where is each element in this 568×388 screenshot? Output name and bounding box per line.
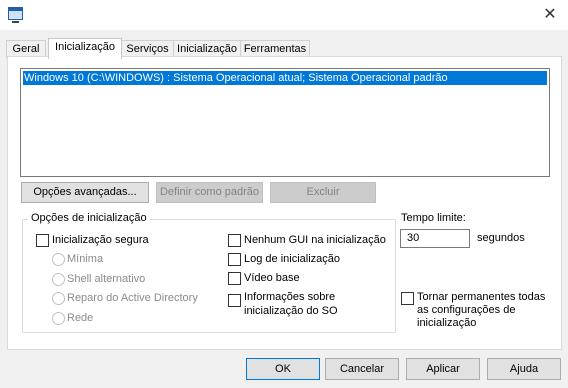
timeout-input[interactable]: 30 [400, 229, 470, 248]
base-video-checkbox[interactable] [228, 272, 241, 285]
make-permanent-label-line1: Tornar permanentes todas [417, 291, 546, 303]
network-label: Rede [67, 312, 94, 324]
delete-button[interactable]: Excluir [270, 182, 376, 203]
ad-repair-radio[interactable] [52, 292, 65, 305]
set-default-button[interactable]: Definir como padrão [156, 182, 263, 203]
title-bar: ✕ [0, 0, 568, 30]
timeout-unit-label: segundos [477, 232, 525, 244]
base-video-label: Vídeo base [244, 272, 300, 284]
boot-log-checkbox[interactable] [228, 253, 241, 266]
boot-entries-list[interactable]: Windows 10 (C:\WINDOWS) : Sistema Operac… [20, 68, 550, 177]
make-permanent-label-line3: inicialização [417, 317, 477, 329]
alternate-shell-radio[interactable] [52, 273, 65, 286]
apply-button[interactable]: Aplicar [406, 358, 480, 380]
alternate-shell-label: Shell alternativo [67, 273, 146, 285]
advanced-options-button[interactable]: Opções avançadas... [21, 182, 149, 203]
minimal-radio[interactable] [52, 253, 65, 266]
close-icon[interactable]: ✕ [540, 4, 560, 24]
tab-boot[interactable]: Inicialização [48, 38, 122, 59]
ad-repair-label: Reparo do Active Directory [67, 292, 198, 304]
safe-boot-label: Inicialização segura [52, 234, 149, 246]
no-gui-checkbox[interactable] [228, 234, 241, 247]
os-boot-info-label-line1: Informações sobre [244, 291, 336, 303]
help-button[interactable]: Ajuda [487, 358, 561, 380]
os-boot-info-label-line2: inicialização do SO [244, 305, 338, 317]
make-permanent-checkbox[interactable] [401, 292, 414, 305]
msconfig-app-icon [8, 7, 23, 23]
timeout-label: Tempo limite: [401, 212, 466, 224]
network-radio[interactable] [52, 312, 65, 325]
list-item[interactable]: Windows 10 (C:\WINDOWS) : Sistema Operac… [23, 71, 547, 85]
minimal-label: Mínima [67, 253, 104, 265]
os-boot-info-checkbox[interactable] [228, 294, 241, 307]
make-permanent-label-line2: as configurações de [417, 304, 516, 316]
boot-log-label: Log de inicialização [244, 253, 341, 265]
cancel-button[interactable]: Cancelar [325, 358, 399, 380]
boot-options-title: Opções de inicialização [28, 212, 150, 225]
no-gui-label: Nenhum GUI na inicialização [244, 234, 386, 246]
ok-button[interactable]: OK [246, 358, 320, 380]
safe-boot-checkbox[interactable] [36, 234, 49, 247]
